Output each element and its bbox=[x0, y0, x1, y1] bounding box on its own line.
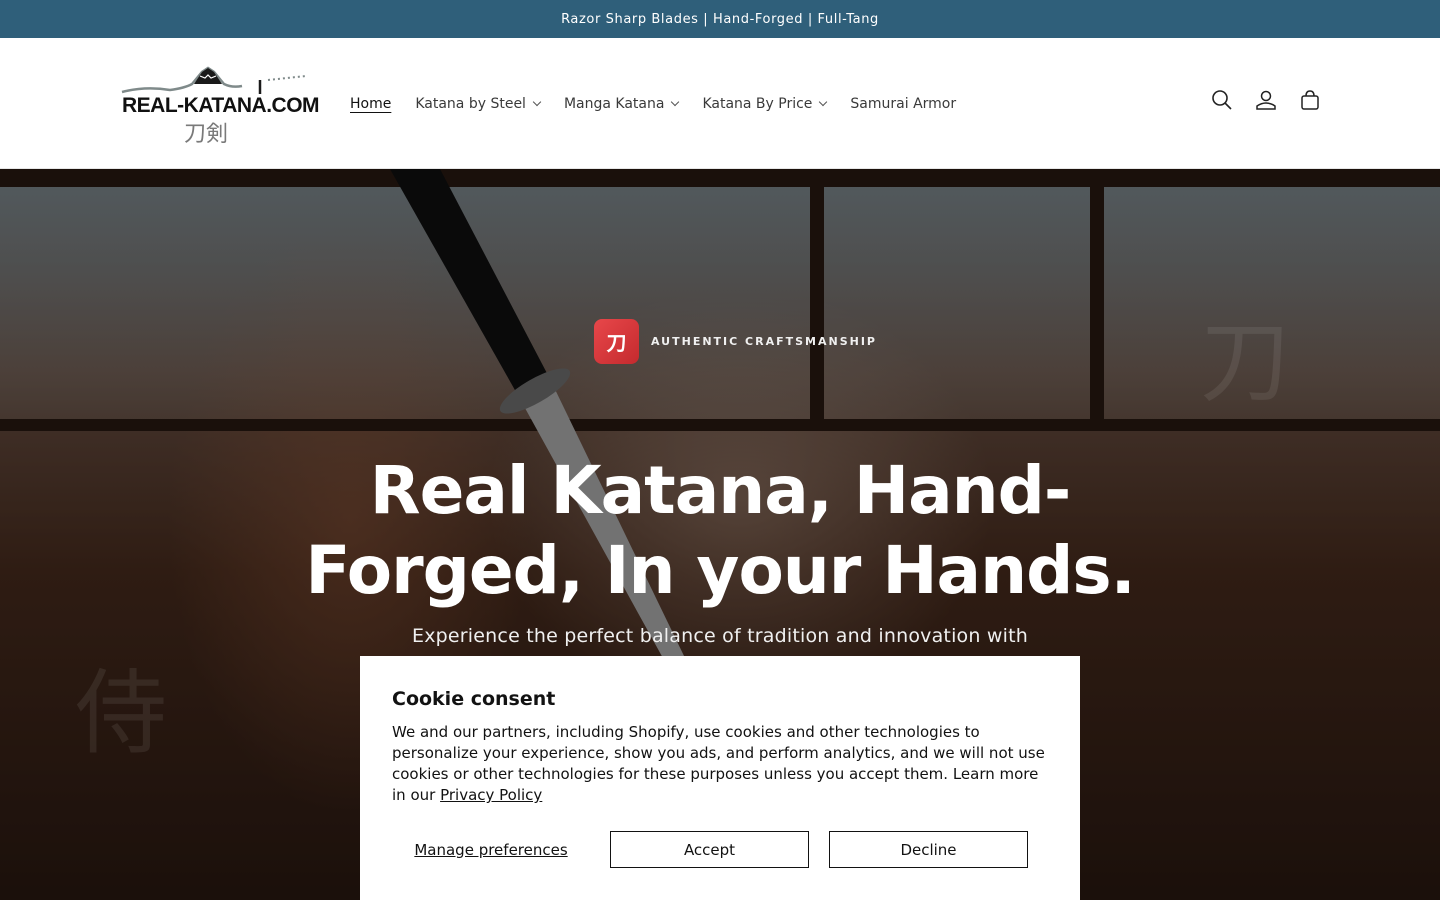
announcement-bar: Razor Sharp Blades | Hand-Forged | Full-… bbox=[0, 0, 1440, 38]
hero-title: Real Katana, Hand-Forged, In your Hands. bbox=[305, 452, 1135, 609]
nav-item-manga-katana[interactable]: Manga Katana bbox=[563, 95, 680, 112]
chevron-down-icon bbox=[819, 97, 828, 106]
nav-item-katana-by-price[interactable]: Katana By Price bbox=[702, 95, 828, 112]
chevron-down-icon bbox=[671, 97, 680, 106]
main-nav: Home Katana by Steel Manga Katana Katana… bbox=[350, 38, 980, 169]
nav-item-label: Home bbox=[350, 95, 392, 112]
nav-item-katana-by-steel[interactable]: Katana by Steel bbox=[415, 95, 542, 112]
cookie-body: We and our partners, including Shopify, … bbox=[392, 722, 1052, 806]
cookie-actions: Manage preferences Accept Decline bbox=[392, 831, 1048, 868]
manage-preferences-button[interactable]: Manage preferences bbox=[392, 831, 590, 868]
site-header: REAL-KATANA.COM 刀剣 Home Katana by Steel … bbox=[0, 38, 1440, 169]
announcement-text: Razor Sharp Blades | Hand-Forged | Full-… bbox=[561, 11, 879, 27]
header-icons bbox=[1210, 88, 1322, 112]
search-icon[interactable] bbox=[1210, 88, 1234, 112]
account-icon[interactable] bbox=[1254, 88, 1278, 112]
accept-button[interactable]: Accept bbox=[610, 831, 809, 868]
logo-kanji: 刀剣 bbox=[184, 122, 229, 147]
nav-item-label: Katana by Steel bbox=[415, 95, 526, 112]
craftsmanship-badge: 刀 AUTHENTIC CRAFTSMANSHIP bbox=[594, 319, 877, 364]
nav-item-samurai-armor[interactable]: Samurai Armor bbox=[850, 96, 956, 112]
nav-item-home[interactable]: Home bbox=[350, 96, 391, 112]
cookie-title: Cookie consent bbox=[392, 688, 556, 710]
badge-label: AUTHENTIC CRAFTSMANSHIP bbox=[651, 335, 877, 348]
nav-item-label: Manga Katana bbox=[563, 95, 665, 112]
logo-wordmark: REAL-KATANA.COM bbox=[122, 94, 320, 117]
deco-kanji-blade: 刀 bbox=[1200, 310, 1290, 415]
cookie-consent-dialog: Cookie consent We and our partners, incl… bbox=[360, 656, 1080, 900]
nav-item-label: Samurai Armor bbox=[850, 95, 957, 112]
katana-kanji-icon: 刀 bbox=[594, 319, 639, 364]
deco-kanji-samurai: 侍 bbox=[75, 660, 168, 767]
nav-item-label: Katana By Price bbox=[702, 95, 813, 112]
cart-icon[interactable] bbox=[1298, 88, 1322, 112]
site-logo[interactable]: REAL-KATANA.COM 刀剣 bbox=[120, 66, 320, 147]
privacy-policy-link[interactable]: Privacy Policy bbox=[440, 786, 542, 804]
chevron-down-icon bbox=[532, 97, 542, 106]
decline-button[interactable]: Decline bbox=[829, 831, 1028, 868]
hero-subtitle: Experience the perfect balance of tradit… bbox=[412, 625, 1028, 647]
